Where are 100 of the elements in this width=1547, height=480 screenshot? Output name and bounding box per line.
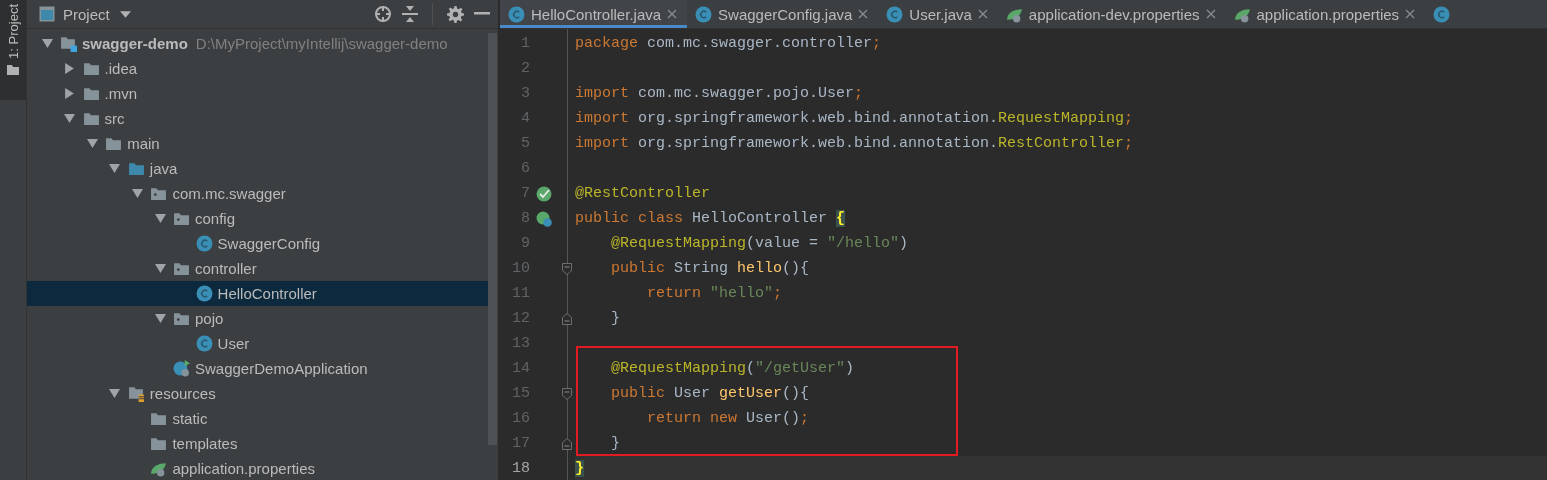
fold-marker-icon[interactable] [561,312,572,325]
scrollbar-thumb[interactable] [488,33,497,445]
line-number: 3 [520,85,530,102]
editor-tab[interactable]: application.properties [1225,0,1426,28]
close-icon[interactable] [667,9,678,19]
locate-icon[interactable] [374,5,392,23]
line-number: 7 [520,185,530,202]
tree-item[interactable]: controller [27,256,488,281]
tree-item[interactable]: templates [27,431,488,456]
line-number: 15 [511,385,530,402]
tree-item[interactable]: resources [27,381,488,406]
line-number: 9 [520,235,530,252]
dropdown-caret-icon[interactable] [119,10,131,18]
bean-class-icon[interactable] [536,210,552,227]
collapse-all-icon[interactable] [402,5,418,23]
code-token: RequestMapping [998,110,1125,127]
line-number: 16 [511,410,530,427]
code-token: getUser [719,385,783,402]
editor-tab[interactable]: application-dev.properties [997,0,1226,28]
code-token: import [575,135,630,152]
module-folder-icon [60,35,77,52]
tree-item[interactable]: HelloController [27,281,488,306]
tree-item[interactable]: .mvn [27,81,488,106]
project-tool-button[interactable]: 1: Project [0,0,26,100]
code-token: hello [737,260,783,277]
expanded-arrow-icon[interactable] [64,113,76,124]
code-token: return [646,285,703,302]
tree-item[interactable]: swagger-demo D:\MyProject\myIntellij\swagger-demo [27,31,488,56]
expanded-arrow-icon[interactable] [109,163,121,174]
code-token: ; [872,35,882,52]
expanded-arrow-icon[interactable] [131,188,143,199]
class-icon [195,285,213,302]
panel-title[interactable]: Project [63,5,110,23]
code-token: (){ [782,385,810,402]
tree-item[interactable]: pojo [27,306,488,331]
collapsed-arrow-icon[interactable] [64,88,76,99]
expanded-arrow-icon[interactable] [154,263,166,274]
class-icon [1433,5,1451,23]
tree-item[interactable]: SwaggerConfig [27,231,488,256]
folder-icon [7,64,19,75]
folder-icon [150,435,168,452]
close-icon[interactable] [1405,9,1416,19]
editor-tab[interactable]: SwaggerConfig.java [687,0,879,28]
code-token: public [610,260,666,277]
minimize-icon[interactable] [474,12,490,16]
expanded-arrow-icon[interactable] [154,213,166,224]
tree-item[interactable]: SwaggerDemoApplication [27,356,488,381]
code-token: "/getUser" [755,360,846,377]
collapsed-arrow-icon[interactable] [64,63,76,74]
line-number: 12 [511,310,530,327]
fold-marker-icon[interactable] [561,437,572,450]
folder-icon [82,110,100,127]
spring-leaf-icon [150,460,168,477]
class-icon [195,335,213,352]
bean-check-icon[interactable] [536,185,552,202]
line-number: 18 [511,460,530,477]
code-token: com.mc.swagger.pojo.User [638,85,855,102]
tree-item[interactable]: .idea [27,56,488,81]
expanded-arrow-icon[interactable] [86,138,98,149]
code-token: { [836,210,846,227]
fold-marker-icon[interactable] [561,387,572,400]
close-icon[interactable] [977,9,988,19]
line-number: 11 [511,285,530,302]
tree-item[interactable]: User [27,331,488,356]
tree-item[interactable]: config [27,206,488,231]
spring-class-icon [173,360,190,377]
code-token: return new [646,410,739,427]
close-icon[interactable] [1205,9,1216,19]
line-number: 6 [520,160,530,177]
project-path: D:\MyProject\myIntellij\swagger-demo [195,35,448,52]
code-token: @RequestMapping [610,235,747,252]
code-token: HelloController [692,210,829,227]
code-token: ; [1124,110,1134,127]
editor-tab[interactable]: HelloController.java [500,0,688,28]
close-icon[interactable] [858,9,869,19]
line-number: 5 [520,135,530,152]
tree-item[interactable]: java [27,156,488,181]
editor-tab[interactable]: User.java [878,0,998,28]
line-number: 17 [511,435,530,452]
code-token: import [575,85,630,102]
tree-item[interactable]: main [27,131,488,156]
code-token: RestController [998,135,1125,152]
code-token: @RestController [575,185,711,202]
tree-item[interactable]: src [27,106,488,131]
package-folder-icon [150,185,168,202]
project-window-icon [39,6,55,22]
tree-item[interactable]: application.properties [27,456,488,480]
expanded-arrow-icon[interactable] [109,388,121,399]
expanded-arrow-icon[interactable] [154,313,166,324]
line-number: 2 [520,60,530,77]
line-number: 8 [520,210,530,227]
code-token: ) [845,360,855,377]
settings-icon[interactable] [447,5,464,23]
fold-marker-icon[interactable] [561,262,572,275]
tree-item[interactable]: com.mc.swagger [27,181,488,206]
tree-item[interactable]: static [27,406,488,431]
expanded-arrow-icon[interactable] [41,38,53,49]
code-token: (value = [746,235,820,252]
resources-folder-icon [127,385,145,402]
code-token: } [575,460,584,477]
